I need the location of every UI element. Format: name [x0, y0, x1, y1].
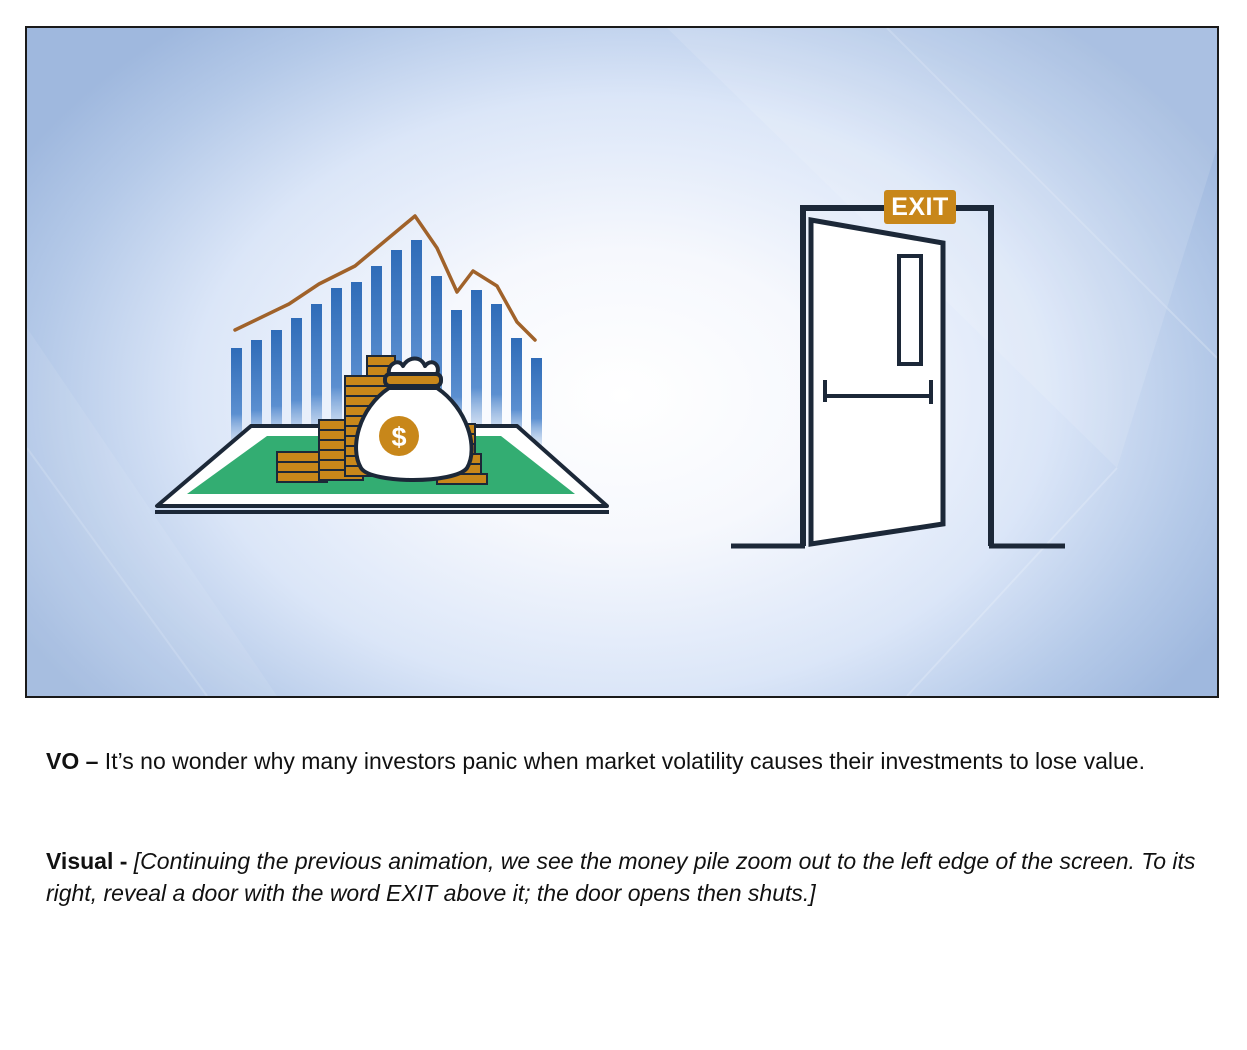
background-panels	[27, 28, 1217, 696]
money-pile-illustration: $	[155, 214, 609, 514]
voiceover-paragraph: VO – It’s no wonder why many investors p…	[46, 745, 1206, 777]
visual-text: [Continuing the previous animation, we s…	[46, 848, 1196, 906]
scene-illustration: $	[27, 28, 1217, 696]
exit-sign: EXIT	[884, 190, 956, 224]
vo-label: VO –	[46, 748, 99, 774]
visual-direction-paragraph: Visual - [Continuing the previous animat…	[46, 845, 1206, 909]
vo-text: It’s no wonder why many investors panic …	[98, 748, 1145, 774]
storyboard-frame: $ EXIT	[25, 26, 1219, 698]
visual-label: Visual -	[46, 848, 128, 874]
trend-line-icon	[233, 214, 537, 342]
dollar-symbol: $	[391, 422, 406, 452]
